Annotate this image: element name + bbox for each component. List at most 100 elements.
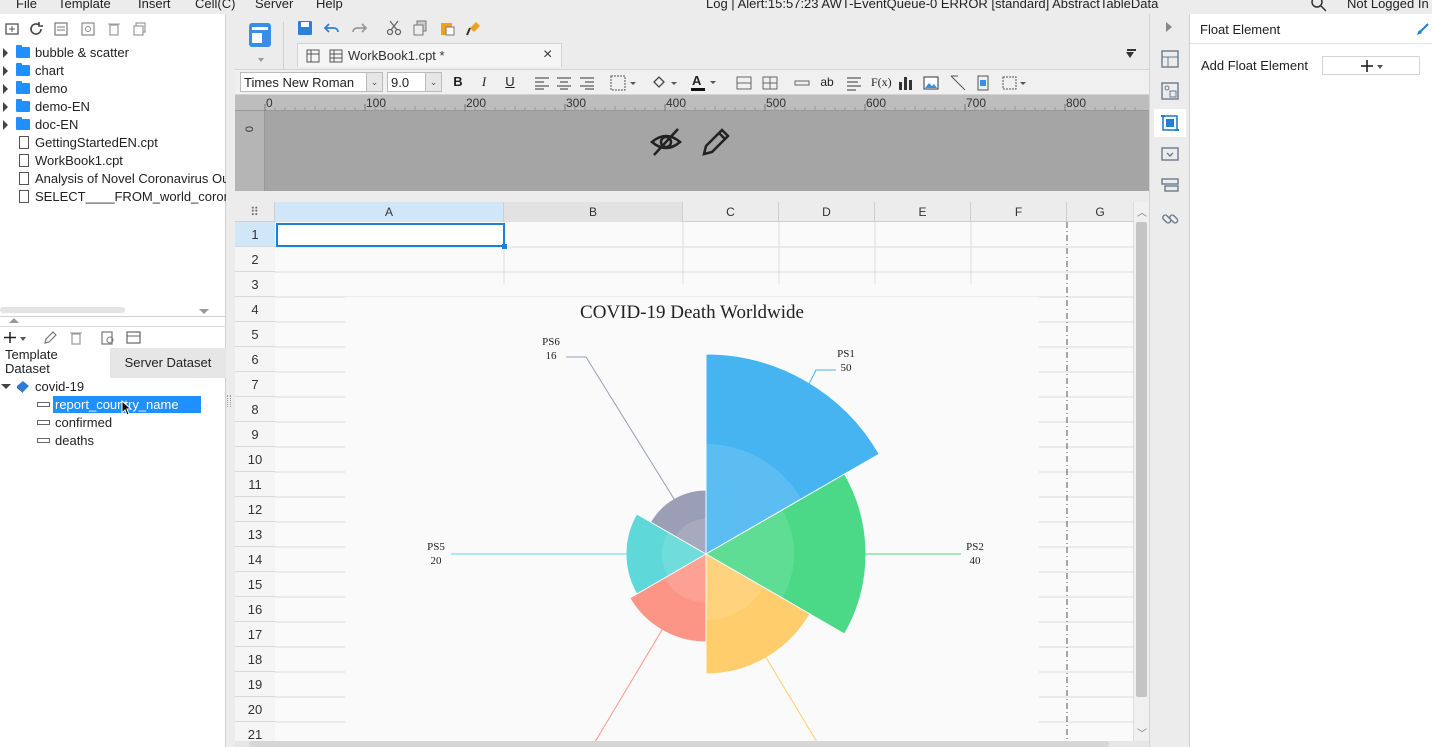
column-header-f[interactable]: F [971,202,1067,222]
row-header-1[interactable]: 1 [235,222,275,247]
insert-chart-icon[interactable] [898,75,914,91]
column-header-b[interactable]: B [504,202,683,222]
menu-server[interactable]: Server [255,0,293,11]
row-header-14[interactable]: 14 [235,547,275,572]
tab-template-dataset[interactable]: Template Dataset [0,348,108,378]
font-size-select[interactable]: 9.0 ⌄ [387,72,442,92]
copy-icon[interactable] [412,20,428,36]
format-painter-icon[interactable] [466,20,482,36]
cell-attributes-icon[interactable] [1161,50,1179,68]
splitter[interactable] [0,309,226,324]
underline-icon[interactable]: U [503,72,517,92]
widget-settings-icon[interactable] [1161,146,1179,162]
scroll-down-icon[interactable]: ﹀ [1137,725,1147,740]
panel-resize-handle[interactable] [227,395,231,407]
tree-item-demo[interactable]: demo [0,80,226,98]
redo-icon[interactable] [351,20,367,36]
copy-icon[interactable] [132,21,148,37]
row-header-12[interactable]: 12 [235,497,275,522]
insert-paragraph-icon[interactable] [846,75,862,91]
tree-item-gettingstarted[interactable]: GettingStartedEN.cpt [0,134,226,152]
rose-chart[interactable]: COVID-19 Death Worldwide PS150PS240PS3PS… [345,297,1039,747]
row-header-17[interactable]: 17 [235,622,275,647]
delete-icon[interactable] [106,21,122,37]
row-header-6[interactable]: 6 [235,347,275,372]
scroll-up-icon[interactable]: ︿ [1137,204,1147,219]
expand-arrow-icon[interactable] [3,84,8,94]
chevron-down-icon[interactable]: ⌄ [366,73,382,91]
settings-icon[interactable] [80,21,96,37]
merge-cells-icon[interactable] [736,75,752,91]
formula-icon[interactable]: F(x) [871,72,892,92]
expand-arrow-icon[interactable] [3,48,8,58]
align-left-icon[interactable] [534,76,550,90]
menu-template[interactable]: Template [58,0,111,11]
file-tree-scrollbar[interactable] [0,307,125,313]
row-header-15[interactable]: 15 [235,572,275,597]
menu-insert[interactable]: Insert [138,0,171,11]
field-confirmed[interactable]: confirmed [0,414,226,432]
row-header-19[interactable]: 19 [235,672,275,697]
insert-subreport-icon[interactable] [975,75,991,91]
insert-slash-icon[interactable] [950,75,966,91]
corner-select-all[interactable]: ⠿ [235,202,275,222]
row-header-9[interactable]: 9 [235,422,275,447]
row-header-7[interactable]: 7 [235,372,275,397]
menu-file[interactable]: File [16,0,37,11]
row-header-2[interactable]: 2 [235,247,275,272]
chevron-down-icon[interactable]: ⌄ [425,73,441,91]
tree-item-select[interactable]: SELECT____FROM_world_corona_ [0,188,226,206]
log-alert-text[interactable]: Log | Alert:15:57:23 AWT-EventQueue-0 ER… [706,0,1158,11]
fill-color-icon[interactable] [651,75,677,91]
font-color-icon[interactable]: A [690,73,716,93]
expand-arrow-icon[interactable] [3,102,8,112]
column-header-e[interactable]: E [875,202,971,222]
column-header-d[interactable]: D [779,202,875,222]
insert-image-icon[interactable] [923,75,939,91]
align-center-icon[interactable] [556,76,572,90]
collapse-arrow-icon[interactable] [1,384,11,389]
tree-item-bubble-scatter[interactable]: bubble & scatter [0,44,226,62]
selected-cell-a1[interactable] [276,223,507,249]
field-report-country-name[interactable]: report_country_name [0,396,226,416]
more-icon[interactable] [1001,75,1027,91]
dataset-item-covid-19[interactable]: covid-19 [0,378,226,396]
row-header-13[interactable]: 13 [235,522,275,547]
field-deaths[interactable]: deaths [0,432,226,450]
paste-icon[interactable] [439,20,455,36]
bold-icon[interactable]: B [451,72,465,92]
add-float-element-button[interactable] [1322,56,1420,75]
row-header-16[interactable]: 16 [235,597,275,622]
row-header-5[interactable]: 5 [235,322,275,347]
properties-icon[interactable] [53,21,69,37]
splitter-down-icon[interactable] [199,309,209,314]
expand-arrow-icon[interactable] [3,120,8,130]
search-icon[interactable] [1310,0,1328,14]
conditional-attributes-icon[interactable] [1161,178,1179,194]
row-header-3[interactable]: 3 [235,272,275,297]
row-header-11[interactable]: 11 [235,472,275,497]
italic-icon[interactable]: I [477,72,491,92]
horizontal-scrollbar[interactable] [235,741,1149,747]
cut-icon[interactable] [386,20,402,36]
vertical-scrollbar[interactable]: ︿ ﹀ [1133,202,1149,747]
pin-icon[interactable] [1416,22,1430,36]
font-family-select[interactable]: Times New Roman ⌄ [240,72,383,92]
hide-icon[interactable] [649,125,683,159]
row-header-18[interactable]: 18 [235,647,275,672]
undo-icon[interactable] [324,20,340,36]
column-header-g[interactable]: G [1067,202,1133,222]
menu-help[interactable]: Help [316,0,343,11]
splitter-up-icon[interactable] [9,318,19,323]
tree-item-workbook1[interactable]: WorkBook1.cpt [0,152,226,170]
tab-server-dataset[interactable]: Server Dataset [110,348,226,378]
insert-line-icon[interactable] [794,77,810,89]
new-folder-icon[interactable] [4,21,20,37]
menu-cell[interactable]: Cell(C) [195,0,235,11]
tree-item-doc-en[interactable]: doc-EN [0,116,226,134]
column-header-c[interactable]: C [683,202,779,222]
query-icon[interactable] [126,330,142,346]
pencil-edit-icon[interactable] [699,125,733,159]
close-tab-icon[interactable]: × [543,46,552,64]
tree-item-chart[interactable]: chart [0,62,226,80]
